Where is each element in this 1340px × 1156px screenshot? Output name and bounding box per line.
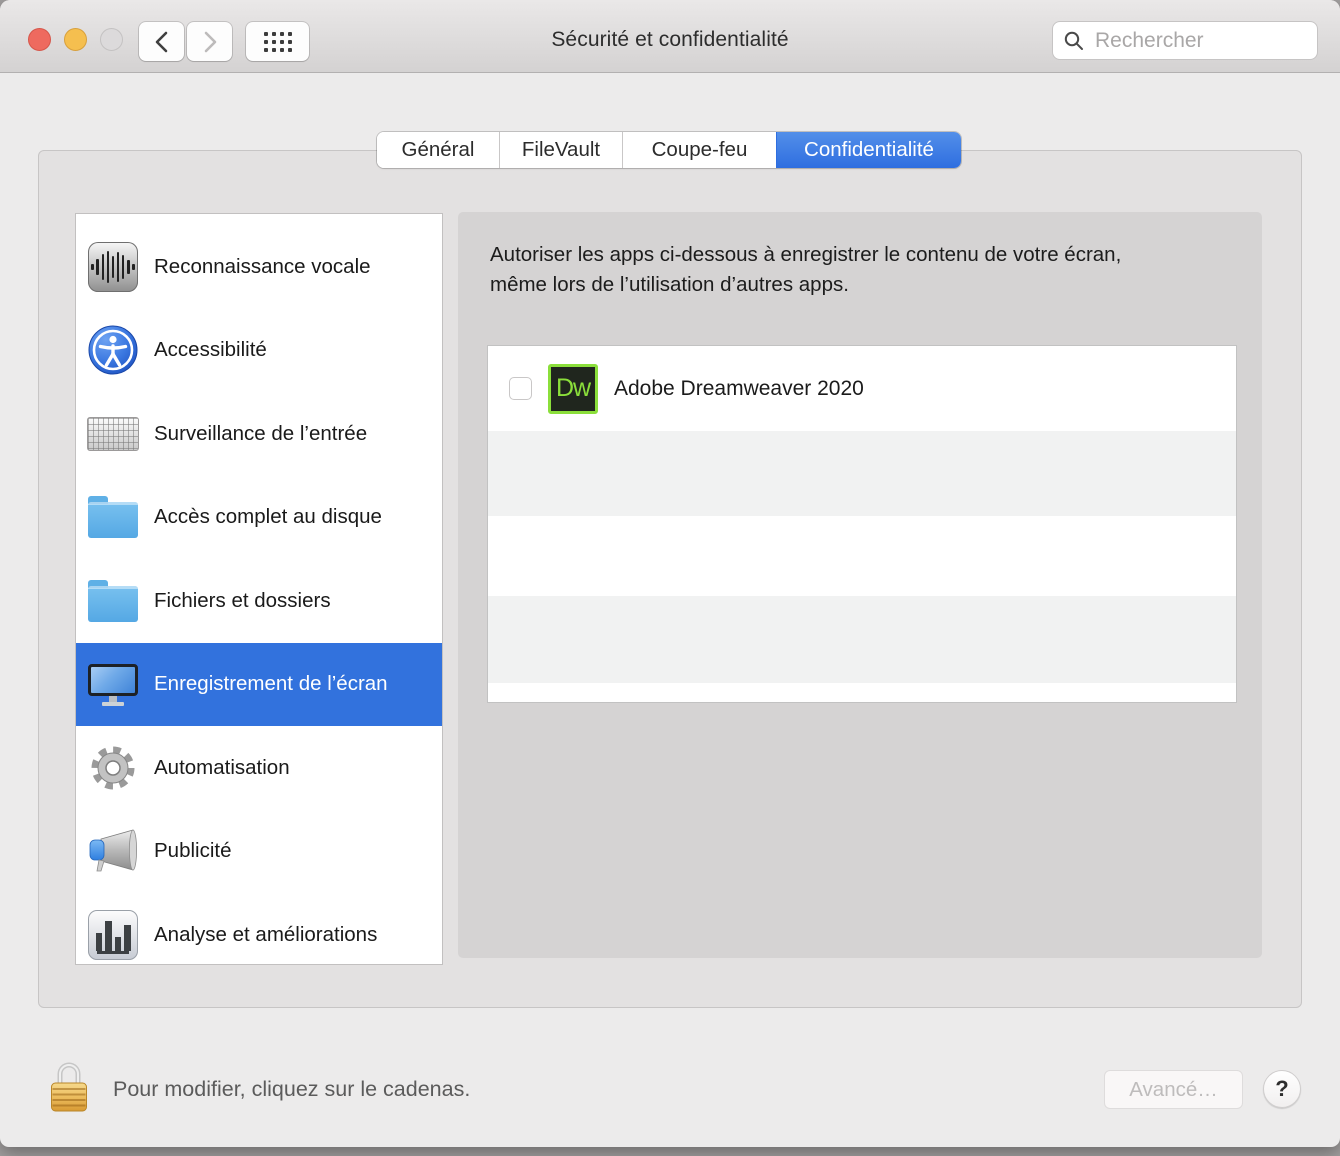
tab-firewall[interactable]: Coupe-feu bbox=[622, 132, 776, 168]
megaphone-icon bbox=[87, 825, 139, 877]
help-button[interactable]: ? bbox=[1263, 1070, 1301, 1108]
screen-recording-panel: Autoriser les apps ci-dessous à enregist… bbox=[458, 212, 1262, 958]
locked-padlock-icon bbox=[50, 1056, 88, 1114]
tab-general[interactable]: Général bbox=[377, 132, 499, 168]
sidebar-item-advertising[interactable]: Publicité bbox=[76, 810, 442, 894]
sidebar-item-label: Publicité bbox=[154, 839, 232, 863]
dreamweaver-icon: Dw bbox=[548, 364, 598, 414]
bar-chart-icon bbox=[87, 909, 139, 961]
sidebar-item-files-and-folders[interactable]: Fichiers et dossiers bbox=[76, 559, 442, 643]
list-stripe-row bbox=[488, 683, 1236, 703]
search-input[interactable] bbox=[1093, 28, 1307, 54]
gear-icon bbox=[87, 742, 139, 794]
tab-privacy[interactable]: Confidentialité bbox=[776, 132, 961, 168]
list-stripe-row bbox=[488, 516, 1236, 596]
app-checkbox[interactable] bbox=[509, 377, 532, 400]
sidebar-item-label: Accessibilité bbox=[154, 338, 267, 362]
sidebar-item-accessibility[interactable]: Accessibilité bbox=[76, 309, 442, 393]
display-icon bbox=[87, 658, 139, 710]
sidebar-item-input-monitoring[interactable]: Surveillance de l’entrée bbox=[76, 392, 442, 476]
blue-folder-icon bbox=[87, 575, 139, 627]
accessibility-icon bbox=[87, 324, 139, 376]
tab-bar: Général FileVault Coupe-feu Confidential… bbox=[377, 132, 961, 168]
search-icon bbox=[1063, 30, 1085, 52]
privacy-sidebar: Reconnaissance vocale bbox=[75, 213, 443, 965]
sidebar-item-label: Automatisation bbox=[154, 756, 290, 780]
advanced-button[interactable]: Avancé… bbox=[1104, 1070, 1243, 1109]
lock-hint-text: Pour modifier, cliquez sur le cadenas. bbox=[113, 1077, 470, 1102]
sidebar-item-label: Accès complet au disque bbox=[154, 505, 382, 529]
sidebar-item-screen-recording[interactable]: Enregistrement de l’écran bbox=[75, 643, 443, 727]
sidebar-item-label: Fichiers et dossiers bbox=[154, 589, 331, 613]
sidebar-item-full-disk-access[interactable]: Accès complet au disque bbox=[76, 476, 442, 560]
lock-button[interactable] bbox=[50, 1056, 88, 1114]
sidebar-item-speech-recognition[interactable]: Reconnaissance vocale bbox=[76, 225, 442, 309]
security-privacy-window: Sécurité et confidentialité Général File… bbox=[0, 0, 1340, 1147]
keyboard-icon bbox=[87, 408, 139, 460]
panel-description: Autoriser les apps ci-dessous à enregist… bbox=[490, 240, 1216, 299]
app-name: Adobe Dreamweaver 2020 bbox=[614, 377, 864, 401]
sidebar-item-label: Surveillance de l’entrée bbox=[154, 422, 367, 446]
blue-folder-icon bbox=[87, 491, 139, 543]
allowed-apps-list: Dw Adobe Dreamweaver 2020 bbox=[487, 345, 1237, 703]
list-stripe-row bbox=[488, 596, 1236, 683]
list-stripe-row bbox=[488, 431, 1236, 516]
sidebar-item-label: Reconnaissance vocale bbox=[154, 255, 371, 279]
titlebar: Sécurité et confidentialité bbox=[0, 0, 1340, 73]
sidebar-item-label: Analyse et améliorations bbox=[154, 923, 377, 947]
app-row-dreamweaver: Dw Adobe Dreamweaver 2020 bbox=[488, 346, 1236, 431]
tab-filevault[interactable]: FileVault bbox=[499, 132, 622, 168]
sidebar-item-automation[interactable]: Automatisation bbox=[76, 726, 442, 810]
speech-waveform-icon bbox=[87, 241, 139, 293]
search-field[interactable] bbox=[1052, 21, 1318, 60]
sidebar-item-label: Enregistrement de l’écran bbox=[154, 672, 388, 696]
sidebar-item-analytics[interactable]: Analyse et améliorations bbox=[76, 893, 442, 965]
